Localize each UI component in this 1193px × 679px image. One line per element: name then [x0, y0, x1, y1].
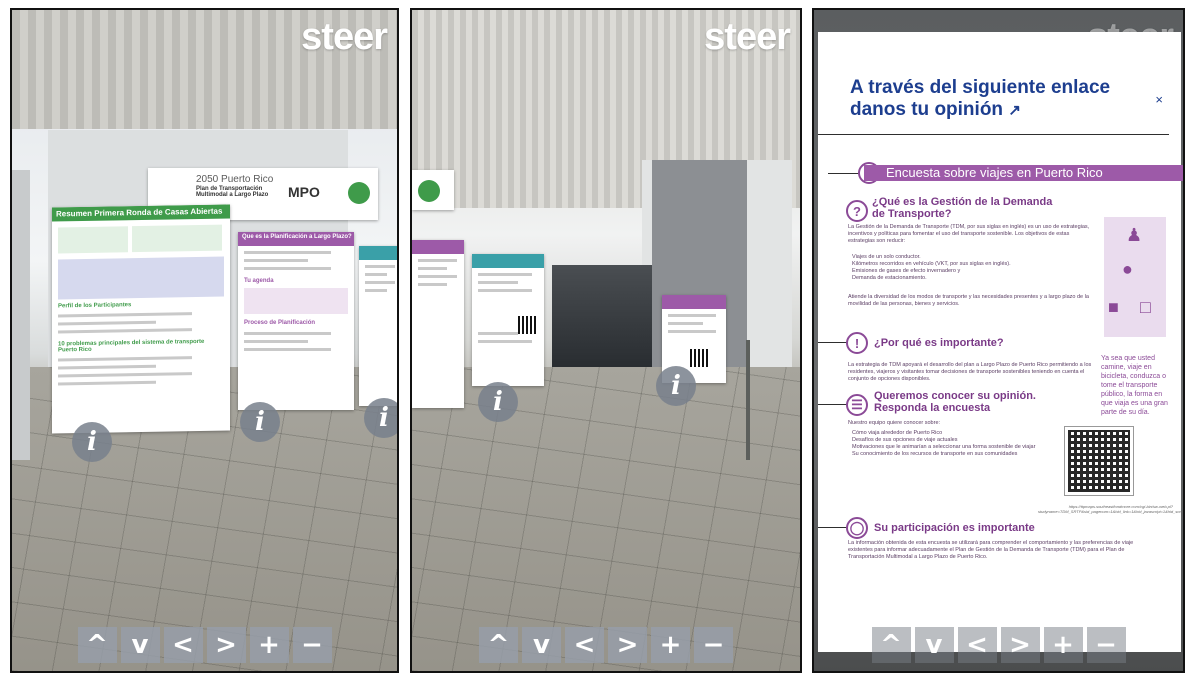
bullet: Emisiones de gases de efecto invernadero… — [852, 268, 961, 274]
pan-left-button[interactable]: < — [565, 627, 604, 663]
poster-planning[interactable]: Que es la Planificación a Largo Plazo? T… — [238, 232, 354, 410]
bullet: Motivaciones que le animarían a seleccio… — [852, 444, 1036, 450]
pan-right-button[interactable]: > — [608, 627, 647, 663]
pan-down-button[interactable]: v — [914, 627, 954, 663]
zoom-out-button[interactable]: − — [694, 627, 733, 663]
pan-up-button[interactable]: ^ — [77, 627, 117, 663]
zoom-in-button[interactable]: + — [249, 627, 289, 663]
pan-right-button[interactable]: > — [1000, 627, 1040, 663]
modes-caption: Ya sea que usted camine, viaje en bicicl… — [1101, 355, 1168, 416]
poster-planning-title: Que es la Planificación a Largo Plazo? — [238, 232, 354, 242]
navigation-controls: ^ v < > + − — [479, 627, 733, 663]
walk-icon: ♟ — [1126, 225, 1143, 245]
info-hotspot[interactable]: i — [364, 398, 397, 438]
floor — [412, 366, 800, 671]
zoom-in-button[interactable]: + — [651, 627, 690, 663]
transport-modes-box: ♟ ● ■ □ — [1104, 217, 1166, 337]
poster-partial[interactable] — [412, 240, 464, 408]
pan-down-button[interactable]: v — [120, 627, 160, 663]
poster-section-process: Proceso de Planificación — [244, 320, 316, 326]
poster-section-profile: Perfil de los Participantes — [58, 302, 132, 310]
pan-up-button[interactable]: ^ — [479, 627, 518, 663]
survey-url[interactable]: https://ttpmaps.southeastfondmore.com/cg… — [1038, 504, 1183, 514]
steer-logo: steer — [301, 16, 388, 58]
info-modal: A través del siguiente enlace danos tu o… — [818, 32, 1183, 652]
info-hotspot[interactable]: i — [240, 402, 280, 442]
survey-bullets: Cómo viaja alrededor de Puerto Rico Desa… — [852, 430, 1042, 458]
poster-summary[interactable]: Resumen Primera Ronda de Casas Abiertas … — [52, 204, 230, 434]
banner-title: 2050 Puerto Rico — [196, 174, 274, 185]
mpo-logo: MPO — [288, 184, 320, 200]
survey-qr-code[interactable] — [1064, 426, 1134, 496]
pan-left-button[interactable]: < — [163, 627, 203, 663]
tdm-description: La Gestión de la Demanda de Transporte (… — [848, 224, 1090, 244]
bullet: Kilómetros recorridos en vehículo (VKT, … — [852, 261, 1011, 267]
info-hotspot[interactable]: i — [478, 382, 518, 422]
close-icon[interactable]: × — [1155, 92, 1163, 107]
bus-icon: □ — [1140, 297, 1151, 317]
section-participation: Su participación es importante — [874, 522, 1035, 534]
bullet: Cómo viaja alrededor de Puerto Rico — [852, 430, 943, 436]
zoom-out-button[interactable]: − — [292, 627, 332, 663]
survey-header-text: Encuesta sobre viajes en Puerto Rico — [864, 165, 1183, 181]
dtop-seal — [348, 182, 370, 204]
pan-right-button[interactable]: > — [206, 627, 246, 663]
question-icon: ? — [846, 200, 868, 222]
modal-title-text: A través del siguiente enlace danos tu o… — [850, 77, 1111, 120]
banner-subtitle: Plan de Transportación Multimodal a Larg… — [196, 186, 269, 198]
tdm-bullets: Viajes de un solo conductor. Kilómetros … — [852, 254, 1092, 282]
pan-down-button[interactable]: v — [522, 627, 561, 663]
why-important-text: La estrategia de TDM apoyará el desarrol… — [848, 362, 1092, 382]
poster-section-agenda: Tu agenda — [244, 278, 274, 284]
section-what-is-tdm: ¿Qué es la Gestión de la Demanda de Tran… — [872, 196, 1053, 220]
bollard — [746, 340, 750, 460]
section-why-important: ¿Por qué es importante? — [874, 337, 1004, 349]
divider — [818, 134, 1169, 135]
chat-icon: ◯ — [846, 517, 868, 539]
panorama-view-1[interactable]: 2050 Puerto Rico Plan de Transportación … — [10, 8, 399, 673]
survey-intro: Nuestro equipo quiere conocer sobre: — [848, 420, 941, 426]
poster-partial[interactable] — [359, 246, 397, 406]
zoom-in-button[interactable]: + — [1043, 627, 1083, 663]
participation-text: La información obtenida de esta encuesta… — [848, 540, 1134, 560]
survey-header: ♟ Encuesta sobre viajes en Puerto Rico — [828, 162, 1183, 184]
tdm-footer: Atiende la diversidad de los modos de tr… — [848, 294, 1089, 307]
panorama-view-2[interactable]: i i steer ^ v < > + − — [410, 8, 802, 673]
scene-background — [412, 10, 800, 671]
poster-section-problems: 10 problemas principales del sistema de … — [58, 338, 205, 354]
navigation-controls: ^ v < > + − — [871, 627, 1126, 663]
panorama-view-3[interactable]: steer A través del siguiente enlace dano… — [812, 8, 1185, 673]
pan-up-button[interactable]: ^ — [871, 627, 911, 663]
bullet: Demanda de estacionamiento. — [852, 275, 927, 281]
info-hotspot[interactable]: i — [656, 366, 696, 406]
bullet: Su conocimiento de los recursos de trans… — [852, 451, 1018, 457]
survey-icon: ☰ — [846, 394, 868, 416]
zoom-out-button[interactable]: − — [1086, 627, 1126, 663]
bicycle-icon: ● — [1122, 259, 1133, 279]
navigation-controls: ^ v < > + − — [77, 627, 332, 663]
plan-banner — [412, 170, 454, 210]
pillar — [12, 170, 30, 460]
bullet: Desafíos de sus opciones de viaje actual… — [852, 437, 958, 443]
bullet: Viajes de un solo conductor. — [852, 254, 921, 260]
info-hotspot[interactable]: i — [72, 422, 112, 462]
pan-left-button[interactable]: < — [957, 627, 997, 663]
modal-title: A través del siguiente enlace danos tu o… — [850, 77, 1130, 122]
car-icon: ■ — [1108, 297, 1119, 317]
external-link-icon[interactable]: ↗ — [1008, 102, 1021, 119]
section-survey: Queremos conocer su opinión. Responda la… — [874, 390, 1036, 414]
steer-logo: steer — [704, 16, 791, 58]
warning-icon: ! — [846, 332, 868, 354]
poster-teal[interactable] — [472, 254, 544, 386]
